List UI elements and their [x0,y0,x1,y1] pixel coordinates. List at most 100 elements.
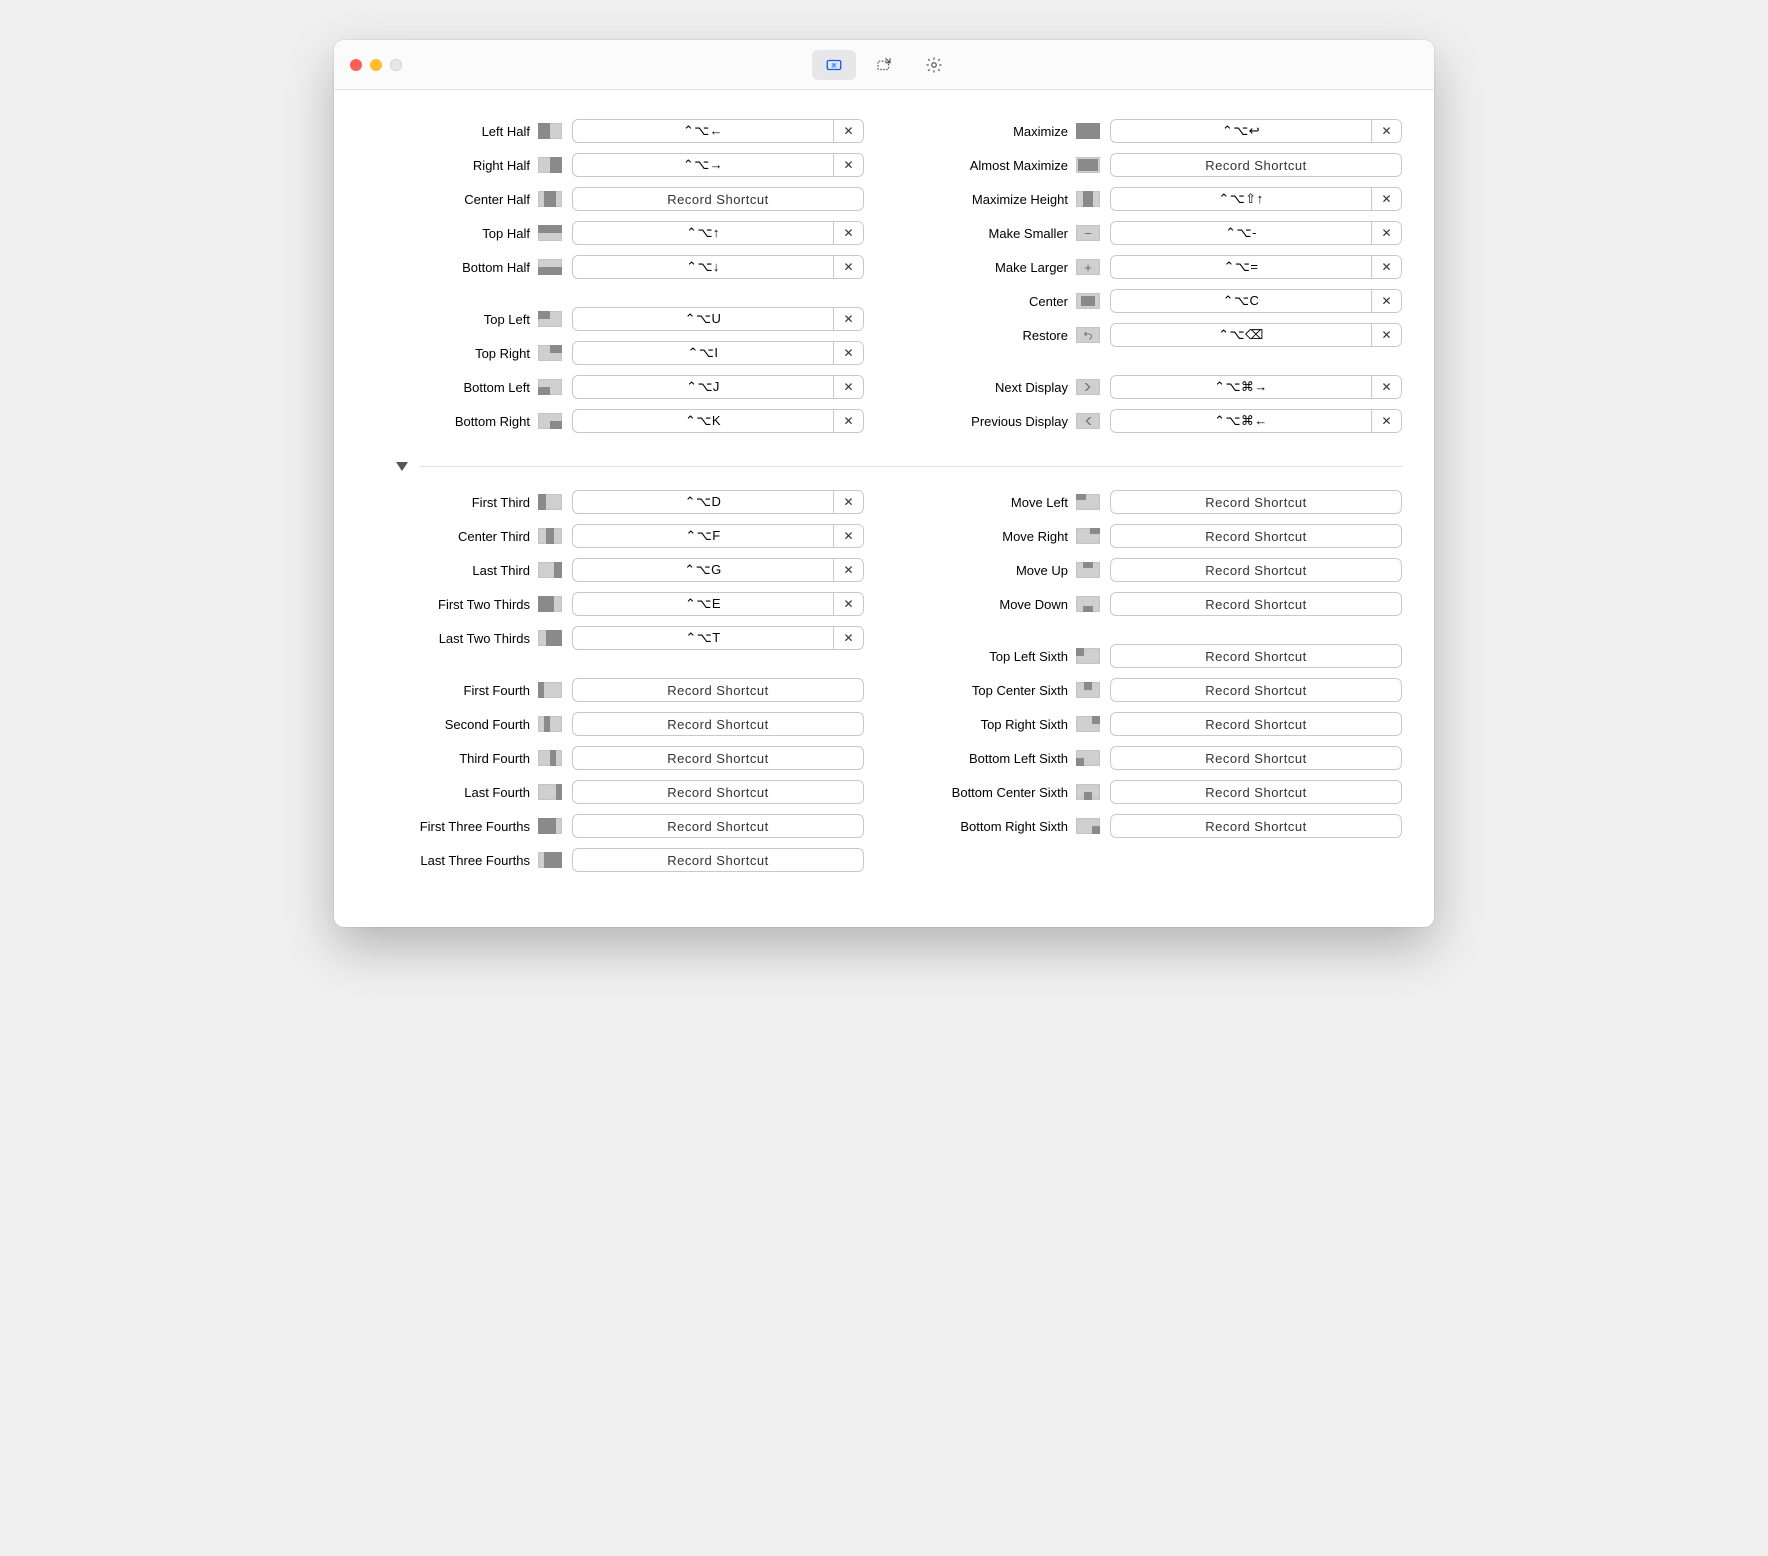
clear-shortcut-button[interactable]: ✕ [1371,188,1401,210]
shortcut-field[interactable]: ⌃⌥←✕ [572,119,864,143]
record-shortcut-button[interactable]: Record Shortcut [1110,592,1402,616]
clear-shortcut-button[interactable]: ✕ [833,120,863,142]
clear-shortcut-button[interactable]: ✕ [833,491,863,513]
shortcut-keys: ⌃⌥T [573,627,833,649]
record-shortcut-button[interactable]: Record Shortcut [1110,524,1402,548]
record-shortcut-button[interactable]: Record Shortcut [1110,746,1402,770]
record-shortcut-button[interactable]: Record Shortcut [572,780,864,804]
clear-shortcut-button[interactable]: ✕ [833,627,863,649]
clear-shortcut-button[interactable]: ✕ [1371,256,1401,278]
clear-shortcut-button[interactable]: ✕ [833,342,863,364]
shortcut-keys: ⌃⌥↓ [573,256,833,278]
shortcut-field[interactable]: ⌃⌥→✕ [572,153,864,177]
shortcut-field[interactable]: ⌃⌥D✕ [572,490,864,514]
clear-shortcut-button[interactable]: ✕ [1371,120,1401,142]
layout-thumb-f4 [538,784,562,800]
clear-shortcut-button[interactable]: ✕ [833,559,863,581]
layout-thumb-ch [538,191,562,207]
shortcut-row-left-half: Left Half⌃⌥←✕ [366,114,864,148]
shortcut-keys: ⌃⌥U [573,308,833,330]
clear-shortcut-button[interactable]: ✕ [833,593,863,615]
record-shortcut-button[interactable]: Record Shortcut [572,814,864,838]
clear-shortcut-button[interactable]: ✕ [1371,324,1401,346]
close-window-button[interactable] [350,59,362,71]
record-shortcut-label: Record Shortcut [1111,154,1401,176]
record-shortcut-button[interactable]: Record Shortcut [1110,644,1402,668]
record-shortcut-button[interactable]: Record Shortcut [1110,712,1402,736]
shortcut-field[interactable]: ⌃⌥⌘→✕ [1110,375,1402,399]
layout-thumb-undo [1076,327,1100,343]
record-shortcut-button[interactable]: Record Shortcut [572,848,864,872]
shortcut-row-bottom-half: Bottom Half⌃⌥↓✕ [366,250,864,284]
shortcut-field[interactable]: ⌃⌥⌫✕ [1110,323,1402,347]
shortcut-row-last-third: Last Third ⌃⌥G✕ [366,553,864,587]
shortcut-label: Bottom Right [366,414,538,429]
record-shortcut-button[interactable]: Record Shortcut [1110,153,1402,177]
clear-shortcut-button[interactable]: ✕ [833,154,863,176]
shortcut-field[interactable]: ⌃⌥=✕ [1110,255,1402,279]
gear-icon [925,56,943,74]
record-shortcut-button[interactable]: Record Shortcut [572,712,864,736]
record-shortcut-button[interactable]: Record Shortcut [572,187,864,211]
shortcut-group: Move LeftRecord ShortcutMove RightRecord… [904,485,1402,621]
record-shortcut-button[interactable]: Record Shortcut [572,746,864,770]
shortcut-label: Last Third [366,563,538,578]
layout-thumb-br [538,413,562,429]
layout-thumb-th [538,225,562,241]
tab-settings[interactable] [912,50,956,80]
shortcut-keys: ⌃⌥J [573,376,833,398]
shortcut-field[interactable]: ⌃⌥↑✕ [572,221,864,245]
clear-shortcut-button[interactable]: ✕ [1371,376,1401,398]
clear-shortcut-button[interactable]: ✕ [1371,290,1401,312]
clear-shortcut-button[interactable]: ✕ [1371,222,1401,244]
record-shortcut-button[interactable]: Record Shortcut [1110,814,1402,838]
shortcut-field[interactable]: ⌃⌥C✕ [1110,289,1402,313]
shortcut-row-third-fourth: Third Fourth Record Shortcut [366,741,864,775]
record-shortcut-button[interactable]: Record Shortcut [1110,678,1402,702]
clear-shortcut-button[interactable]: ✕ [833,222,863,244]
record-shortcut-button[interactable]: Record Shortcut [1110,558,1402,582]
shortcut-keys: ⌃⌥⌘← [1111,410,1371,432]
minimize-window-button[interactable] [370,59,382,71]
shortcut-field[interactable]: ⌃⌥⌘←✕ [1110,409,1402,433]
shortcut-field[interactable]: ⌃⌥K✕ [572,409,864,433]
layout-thumb-mtd [1076,596,1100,612]
shortcut-field[interactable]: ⌃⌥↓✕ [572,255,864,279]
shortcut-field[interactable]: ⌃⌥T✕ [572,626,864,650]
shortcut-field[interactable]: ⌃⌥U✕ [572,307,864,331]
shortcut-row-bottom-left-sixth: Bottom Left SixthRecord Shortcut [904,741,1402,775]
snap-icon [875,56,893,74]
zoom-window-button[interactable] [390,59,402,71]
shortcut-field[interactable]: ⌃⌥⇧↑✕ [1110,187,1402,211]
shortcut-label: Move Down [904,597,1076,612]
shortcut-field[interactable]: ⌃⌥-✕ [1110,221,1402,245]
shortcut-field[interactable]: ⌃⌥F✕ [572,524,864,548]
clear-shortcut-button[interactable]: ✕ [833,410,863,432]
record-shortcut-label: Record Shortcut [1111,491,1401,513]
layout-thumb-prevd [1076,413,1100,429]
shortcut-label: Bottom Left [366,380,538,395]
shortcut-keys: ⌃⌥K [573,410,833,432]
shortcut-field[interactable]: ⌃⌥J✕ [572,375,864,399]
shortcut-label: Third Fourth [366,751,538,766]
clear-shortcut-button[interactable]: ✕ [833,308,863,330]
tab-shortcuts[interactable]: ⌘ [812,50,856,80]
clear-shortcut-button[interactable]: ✕ [833,256,863,278]
shortcut-field[interactable]: ⌃⌥G✕ [572,558,864,582]
record-shortcut-button[interactable]: Record Shortcut [572,678,864,702]
clear-shortcut-button[interactable]: ✕ [1371,410,1401,432]
shortcut-field[interactable]: ⌃⌥E✕ [572,592,864,616]
shortcut-row-almost-maximize: Almost MaximizeRecord Shortcut [904,148,1402,182]
clear-shortcut-button[interactable]: ✕ [833,376,863,398]
shortcut-row-center-half: Center HalfRecord Shortcut [366,182,864,216]
record-shortcut-label: Record Shortcut [1111,645,1401,667]
shortcut-field[interactable]: ⌃⌥I✕ [572,341,864,365]
shortcut-label: Move Left [904,495,1076,510]
shortcut-field[interactable]: ⌃⌥↩✕ [1110,119,1402,143]
shortcut-row-top-left-sixth: Top Left SixthRecord Shortcut [904,639,1402,673]
clear-shortcut-button[interactable]: ✕ [833,525,863,547]
record-shortcut-button[interactable]: Record Shortcut [1110,490,1402,514]
tab-snap-areas[interactable] [862,50,906,80]
record-shortcut-button[interactable]: Record Shortcut [1110,780,1402,804]
section-divider[interactable] [366,462,1402,471]
